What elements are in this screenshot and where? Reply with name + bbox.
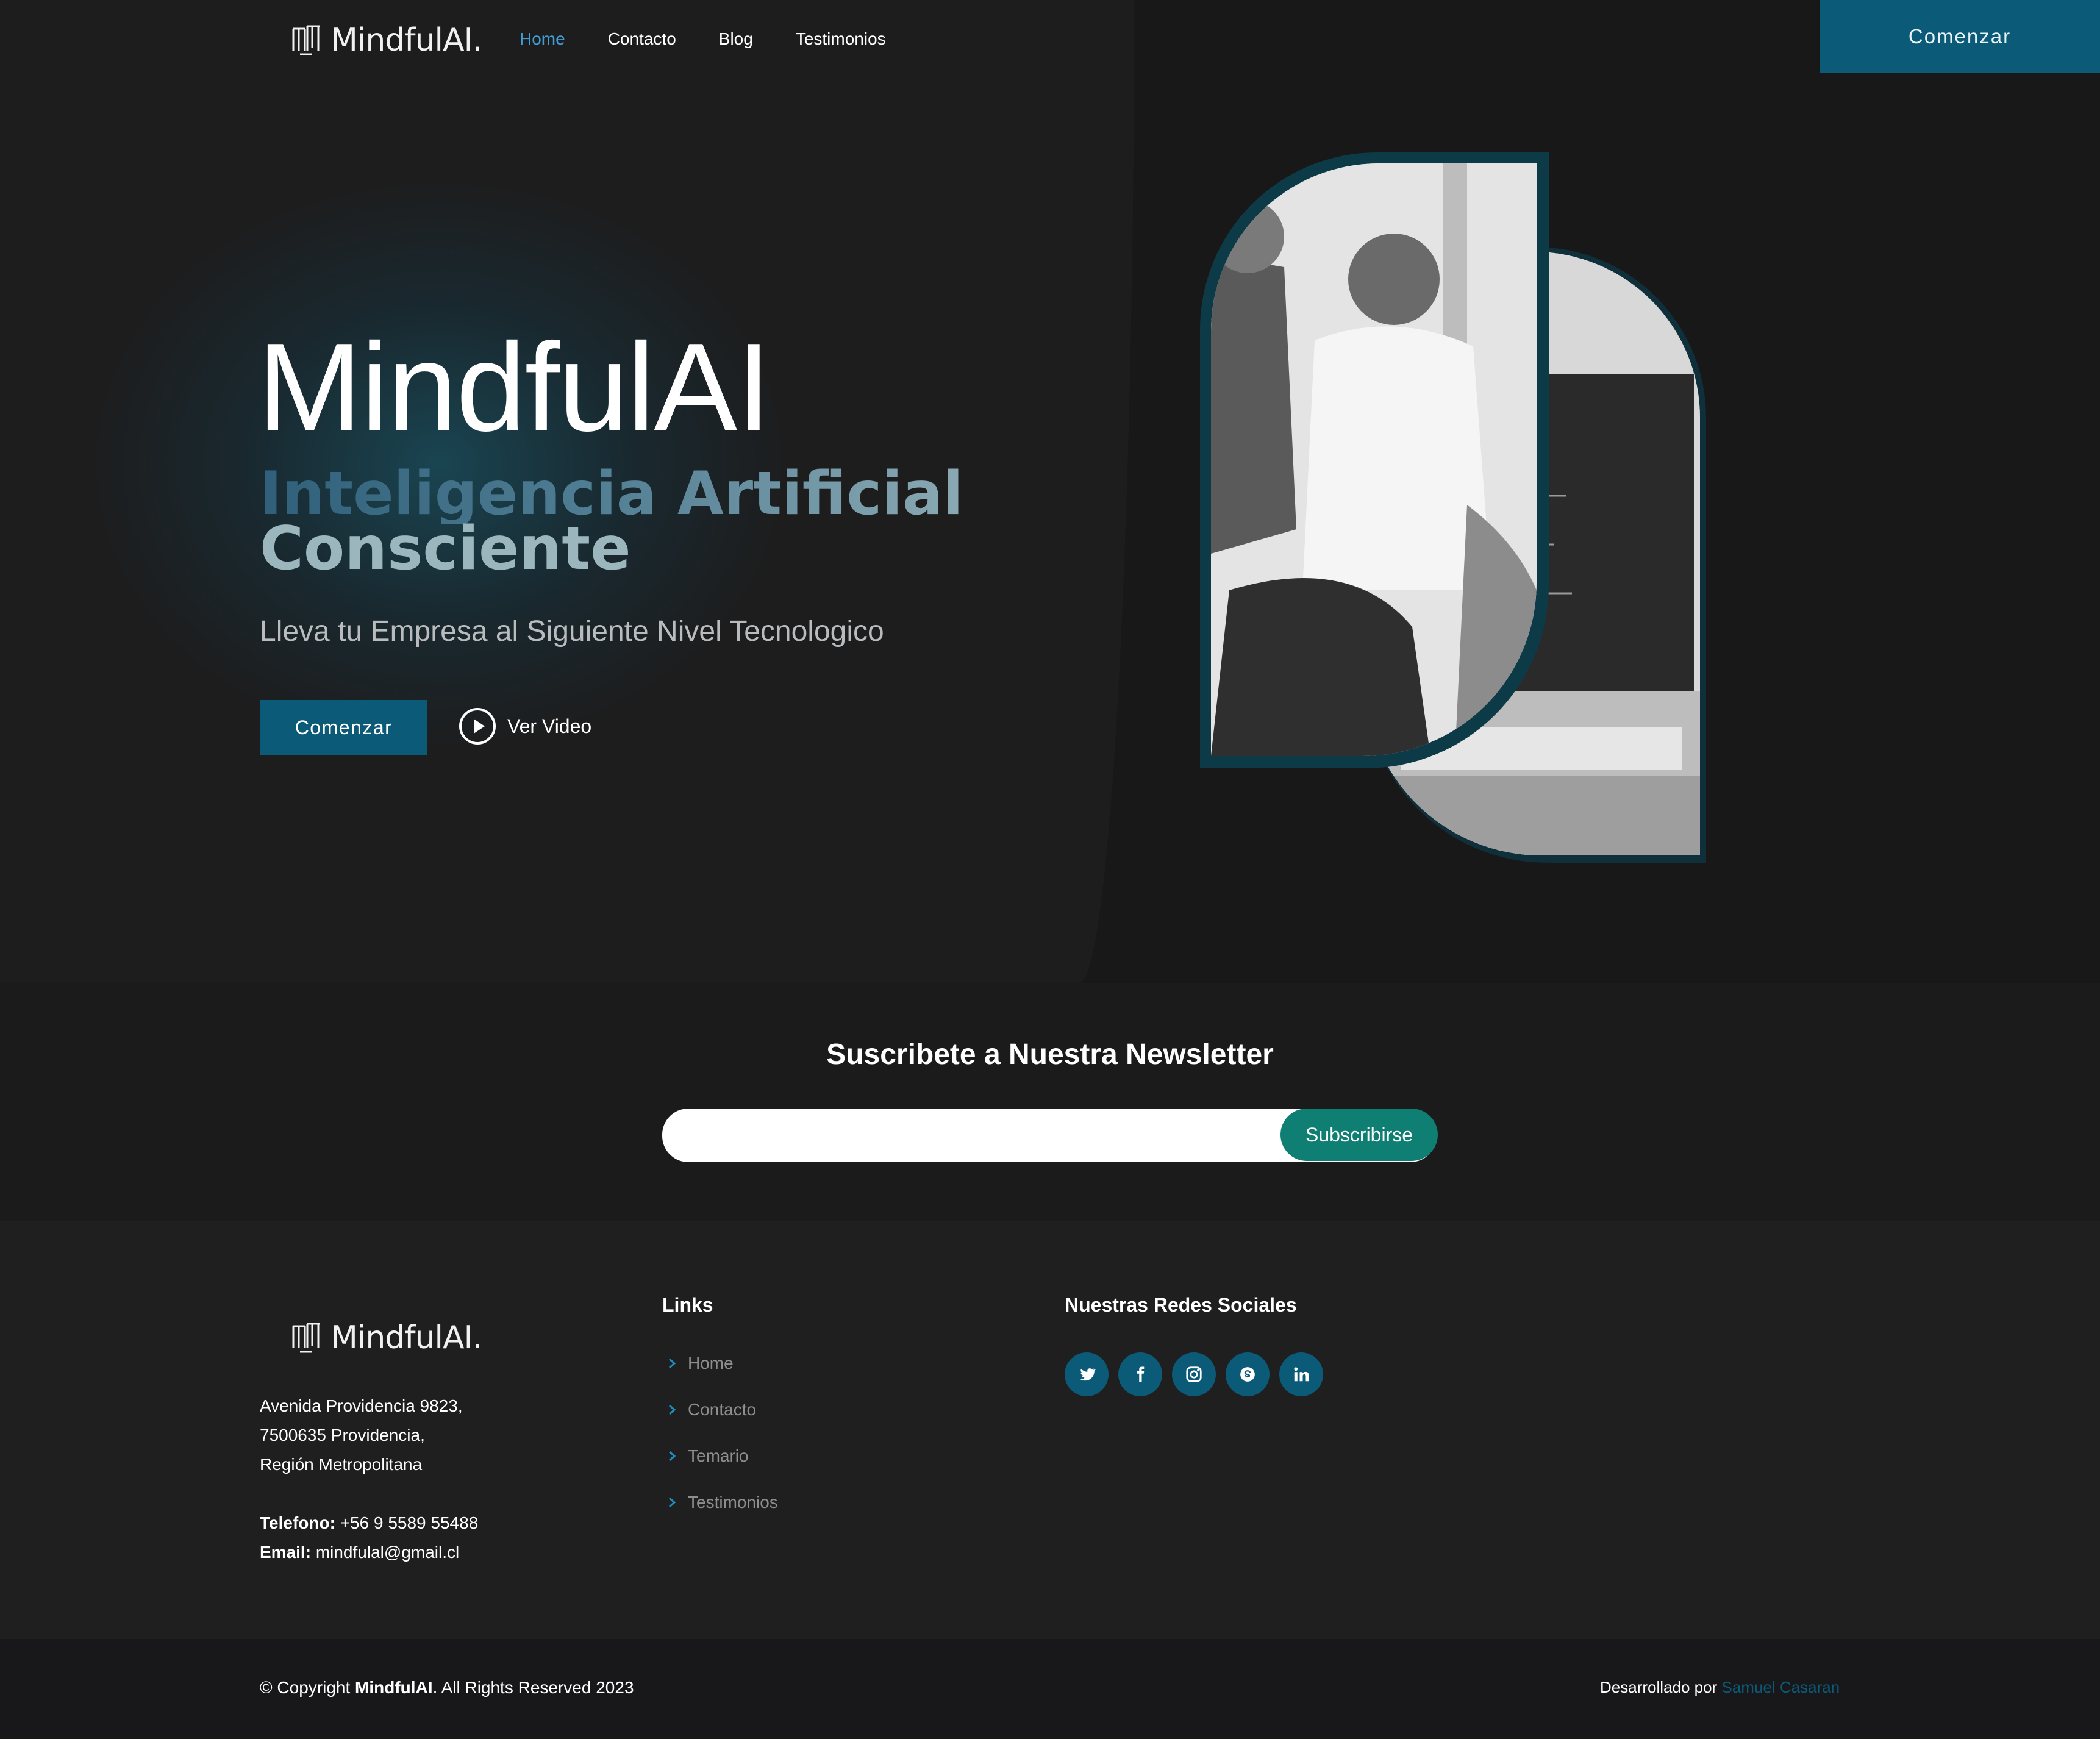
footer-link-contacto[interactable]: Contacto (667, 1387, 778, 1433)
copyright-prefix: © Copyright (260, 1678, 351, 1697)
address-line: Región Metropolitana (260, 1455, 423, 1474)
facebook-icon (1137, 1366, 1145, 1382)
footer-link-label: Temario (688, 1446, 749, 1465)
play-icon (459, 708, 496, 745)
phone-value: +56 9 5589 55488 (340, 1513, 479, 1532)
linkedin-icon (1294, 1367, 1309, 1382)
copyright-suffix: . All Rights Reserved 2023 (432, 1678, 634, 1697)
main-nav: Home Contacto Blog Testimonios (520, 29, 929, 49)
start-button[interactable]: Comenzar (260, 700, 427, 755)
footer-link-temario[interactable]: Temario (667, 1433, 778, 1479)
address-line: 7500635 Providencia, (260, 1426, 425, 1444)
footer-link-label: Home (688, 1354, 734, 1373)
phone-label: Telefono: (260, 1513, 335, 1532)
developer-link[interactable]: Samuel Casaran (1721, 1678, 1840, 1696)
hero-image-team (1200, 152, 1549, 768)
instagram-icon (1186, 1366, 1202, 1382)
footer-logo[interactable]: MindfulAI. (291, 1319, 482, 1356)
facebook-button[interactable] (1118, 1352, 1162, 1396)
instagram-button[interactable] (1172, 1352, 1216, 1396)
links-title: Links (662, 1294, 713, 1316)
team-photo (1211, 163, 1537, 756)
logo-mark-icon (292, 1323, 320, 1353)
footer-link-label: Contacto (688, 1400, 757, 1419)
watch-video-label: Ver Video (507, 715, 592, 737)
footer-link-testimonios[interactable]: Testimonios (667, 1479, 778, 1526)
hero-lead: Lleva tu Empresa al Siguiente Nivel Tecn… (260, 615, 884, 648)
social-links (1065, 1352, 1323, 1396)
twitter-icon (1080, 1368, 1096, 1381)
hero-title: MindfulAI (257, 317, 771, 457)
footer-address: Avenida Providencia 9823, 7500635 Provid… (260, 1391, 463, 1479)
chevron-right-icon (669, 1404, 676, 1415)
newsletter-section (0, 983, 2100, 1221)
copyright-brand: MindfulAI (355, 1678, 433, 1697)
newsletter-title: Suscribete a Nuestra Newsletter (826, 1038, 1274, 1071)
twitter-button[interactable] (1065, 1352, 1109, 1396)
hero-subtitle-line2: Consciente (260, 514, 631, 584)
copyright-text: © Copyright MindfulAI. All Rights Reserv… (260, 1678, 634, 1698)
footer-link-home[interactable]: Home (667, 1340, 778, 1387)
header-cta-button[interactable]: Comenzar (1820, 0, 2100, 73)
nav-item-blog[interactable]: Blog (719, 29, 753, 49)
chevron-right-icon (669, 1497, 676, 1508)
subscribe-button[interactable]: Subscribirse (1280, 1109, 1438, 1161)
email-label: Email: (260, 1543, 312, 1562)
footer-contact: Telefono: +56 9 5589 55488 Email: mindfu… (260, 1509, 478, 1567)
nav-item-contacto[interactable]: Contacto (608, 29, 676, 49)
email-value: mindfulal@gmail.cl (315, 1543, 460, 1562)
brand-name: MindfulAI. (330, 22, 482, 59)
brand-logo[interactable]: MindfulAI. (291, 22, 482, 59)
skype-icon (1240, 1367, 1255, 1382)
footer-brand-name: MindfulAI. (330, 1319, 482, 1356)
footer-link-label: Testimonios (688, 1493, 778, 1512)
nav-item-testimonios[interactable]: Testimonios (796, 29, 886, 49)
phone-row: Telefono: +56 9 5589 55488 (260, 1509, 478, 1538)
nav-item-home[interactable]: Home (520, 29, 565, 49)
skype-button[interactable] (1226, 1352, 1270, 1396)
chevron-right-icon (669, 1451, 676, 1462)
watch-video-link[interactable]: Ver Video (459, 707, 591, 745)
footer-links: Home Contacto Temario Testimonios (667, 1340, 778, 1526)
developer-credit: Desarrollado por Samuel Casaran (1600, 1678, 1840, 1697)
social-title: Nuestras Redes Sociales (1065, 1294, 1297, 1316)
linkedin-button[interactable] (1279, 1352, 1323, 1396)
email-row: Email: mindfulal@gmail.cl (260, 1538, 478, 1567)
developer-prefix: Desarrollado por (1600, 1678, 1718, 1696)
address-line: Avenida Providencia 9823, (260, 1396, 463, 1415)
chevron-right-icon (669, 1358, 676, 1369)
logo-mark-icon (292, 25, 320, 55)
